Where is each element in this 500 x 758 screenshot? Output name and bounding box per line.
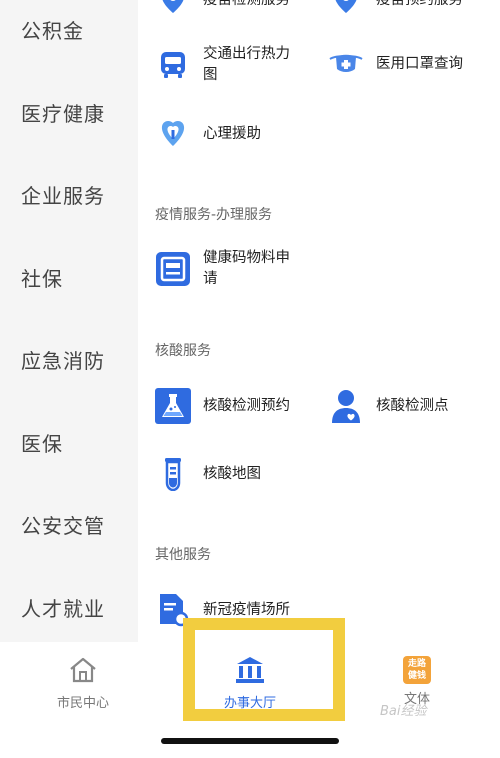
tab-citizen-center[interactable]: 市民中心	[23, 656, 143, 711]
section-title: 疫情服务-办理服务	[155, 207, 273, 223]
tab-label: 办事大厅	[223, 696, 276, 711]
sidebar-item-label: 企业服务	[21, 183, 105, 208]
category-sidebar: 公积金 医疗健康 企业服务 社保 应急消防 医保 公安交管 人才就业	[0, 0, 138, 642]
service-tile-label: 核酸地图	[203, 465, 261, 482]
tab-label: 市民中心	[56, 696, 109, 711]
face-mask-icon	[328, 46, 364, 82]
government-hall-icon	[235, 656, 265, 688]
sidebar-item-label: 应急消防	[21, 348, 105, 373]
service-tile-label: 核酸检测预约	[203, 397, 290, 414]
service-tile-health-code-material[interactable]: 健康码物料申请	[155, 248, 325, 290]
culture-badge-icon: 走路 健钱	[403, 656, 431, 684]
test-tube-icon	[155, 456, 191, 492]
document-frame-icon	[155, 251, 191, 287]
sidebar-item-label: 人才就业	[21, 596, 105, 621]
service-tile-vaccine-check[interactable]: 疫苗检测服务	[155, 0, 290, 18]
sidebar-item-talent-employment[interactable]: 人才就业	[0, 582, 138, 632]
service-tile-vaccine-booking[interactable]: 疫苗预约服务	[328, 0, 463, 18]
sidebar-item-medical-health[interactable]: 医疗健康	[0, 87, 138, 137]
service-tile-mask-query[interactable]: 医用口罩查询	[328, 46, 463, 82]
service-panel: 疫苗检测服务 疫苗预约服务 交通出行热力图 医用口罩查询	[138, 0, 500, 642]
section-title: 核酸服务	[155, 343, 211, 359]
service-tile-covid-venues[interactable]: 新冠疫情场所	[155, 592, 290, 628]
sidebar-item-label: 社保	[21, 266, 63, 291]
location-pin-icon	[328, 0, 364, 18]
service-tile-label: 心理援助	[203, 125, 261, 142]
service-tile-nat-map[interactable]: 核酸地图	[155, 456, 261, 492]
bus-icon	[155, 47, 191, 83]
flask-icon	[155, 388, 191, 424]
location-pin-icon	[155, 0, 191, 18]
sidebar-item-label: 医保	[21, 431, 63, 456]
service-tile-label: 新冠疫情场所	[203, 601, 290, 618]
sidebar-item-housing-fund[interactable]: 公积金	[0, 4, 138, 54]
home-icon	[68, 656, 98, 688]
sidebar-item-social-security[interactable]: 社保	[0, 252, 138, 302]
service-tile-nat-sites[interactable]: 核酸检测点	[328, 388, 449, 424]
service-tile-label: 疫苗检测服务	[203, 0, 290, 11]
document-search-icon	[155, 592, 191, 628]
service-tile-label: 核酸检测点	[376, 397, 449, 414]
service-tile-label: 交通出行热力图	[203, 46, 290, 83]
sidebar-item-police-traffic[interactable]: 公安交管	[0, 499, 138, 549]
section-title: 其他服务	[155, 547, 211, 563]
sidebar-item-label: 公积金	[21, 18, 84, 43]
sidebar-item-emergency[interactable]: 应急消防	[0, 334, 138, 384]
sidebar-item-enterprise[interactable]: 企业服务	[0, 169, 138, 219]
service-tile-traffic-heatmap[interactable]: 交通出行热力图	[155, 44, 325, 86]
service-tile-label: 疫苗预约服务	[376, 0, 463, 11]
service-tile-psych-aid[interactable]: 心理援助	[155, 116, 261, 152]
service-tile-label: 健康码物料申请	[203, 250, 290, 287]
sidebar-item-label: 公安交管	[21, 513, 105, 538]
home-indicator	[161, 738, 339, 744]
tab-service-hall[interactable]: 办事大厅	[190, 656, 310, 711]
watermark: Bai经验	[380, 704, 427, 719]
heart-hands-icon	[155, 116, 191, 152]
doctor-icon	[328, 388, 364, 424]
service-tile-nat-booking[interactable]: 核酸检测预约	[155, 388, 290, 424]
service-tile-label: 医用口罩查询	[376, 55, 463, 72]
sidebar-item-label: 医疗健康	[21, 101, 105, 126]
sidebar-item-medical-insurance[interactable]: 医保	[0, 417, 138, 467]
